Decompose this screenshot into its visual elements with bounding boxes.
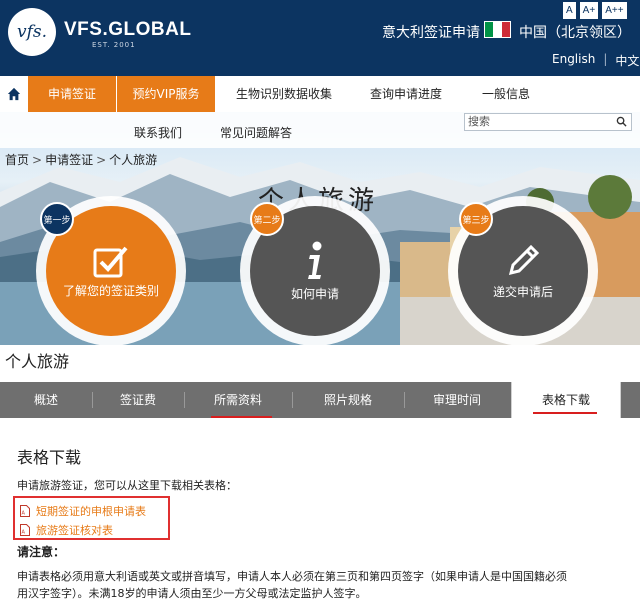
nav-track-application[interactable]: 查询申请进度 — [370, 76, 442, 112]
nav-biometrics[interactable]: 生物识别数据收集 — [236, 76, 332, 112]
note-line-2: 用汉字签字）。未满18岁的申请人须由至少一方父母或法定监护人签字。 — [17, 587, 367, 600]
lang-english-link[interactable]: English — [552, 52, 595, 69]
tab-photo-specs[interactable]: 照片规格 — [292, 382, 404, 418]
section-intro: 申请旅游签证，您可以从这里下载相关表格： — [17, 479, 237, 492]
font-size-normal-button[interactable]: A — [563, 2, 576, 19]
pdf-icon: A — [20, 524, 30, 536]
home-button[interactable] — [0, 76, 28, 112]
brand-name: VFS.GLOBAL — [64, 19, 192, 40]
note-line-1: 申请表格必须用意大利语或英文或拼音填写，申请人本人必须在第三页和第四页签字（如果… — [17, 570, 567, 583]
nav-contact-us[interactable]: 联系我们 — [134, 124, 182, 141]
breadcrumb-current: 个人旅游 — [109, 153, 158, 167]
font-size-large-button[interactable]: A+ — [579, 2, 599, 19]
main-nav: 申请签证 预约VIP服务 生物识别数据收集 查询申请进度 一般信息 — [0, 76, 640, 112]
pdf-icon: A — [20, 505, 30, 517]
font-size-controls: A A+ A++ — [563, 2, 627, 19]
highlight-underline-form-download — [533, 412, 597, 414]
breadcrumb-home[interactable]: 首页 — [5, 153, 29, 167]
search-placeholder: 搜索 — [468, 115, 490, 128]
country-selector[interactable]: 中国（北京领区） — [519, 22, 631, 42]
font-size-xlarge-button[interactable]: A++ — [602, 2, 627, 19]
download-checklist-link[interactable]: A 旅游签证核对表 — [20, 522, 113, 538]
brand-established: EST. 2001 — [92, 41, 136, 49]
tab-visa-fee[interactable]: 签证费 — [92, 382, 184, 418]
checkbox-icon — [93, 246, 128, 277]
nav-faq[interactable]: 常见问题解答 — [220, 124, 292, 141]
language-switcher: English | 中文 — [552, 52, 639, 69]
pencil-icon — [508, 244, 540, 275]
step-2-label: 如何申请 — [290, 286, 339, 301]
page-heading: 个人旅游 — [5, 352, 70, 371]
logo-text: vfs. — [16, 22, 48, 42]
italy-flag-icon — [484, 21, 511, 38]
breadcrumb: 首页 > 申请签证 > 个人旅游 — [5, 153, 158, 167]
tab-processing-time[interactable]: 审理时间 — [404, 382, 510, 418]
note-text: 申请表格必须用意大利语或英文或拼音填写，申请人本人必须在第三页和第四页签字（如果… — [17, 568, 635, 602]
nav-vip-service[interactable]: 预约VIP服务 — [117, 76, 215, 112]
nav-general-info[interactable]: 一般信息 — [482, 76, 530, 112]
site-title: 意大利签证申请 — [382, 25, 480, 41]
top-header: vfs. VFS.GLOBAL EST. 2001 A A+ A++ 意大利签证… — [0, 0, 640, 76]
step-1-badge: 第一步 — [40, 202, 74, 236]
vfs-logo[interactable]: vfs. — [8, 8, 56, 56]
step-3-badge: 第三步 — [459, 202, 493, 236]
tab-overview[interactable]: 概述 — [0, 382, 92, 418]
lang-chinese-link[interactable]: 中文 — [615, 52, 639, 69]
download-checklist-label: 旅游签证核对表 — [36, 524, 113, 537]
step-2-badge: 第二步 — [250, 202, 284, 236]
search-input[interactable]: 搜索 — [464, 113, 632, 131]
info-icon — [308, 241, 322, 279]
step-3-label: 递交申请后 — [492, 284, 553, 299]
lang-separator: | — [603, 52, 608, 66]
note-title: 请注意： — [17, 545, 66, 559]
download-schengen-form-link[interactable]: A 短期签证的申根申请表 — [20, 503, 146, 519]
svg-text:A: A — [22, 511, 26, 517]
section-title: 表格下载 — [17, 448, 82, 467]
step-1-label: 了解您的签证类别 — [62, 283, 159, 298]
tab-required-documents[interactable]: 所需资料 — [184, 382, 292, 418]
svg-text:A: A — [22, 530, 26, 536]
home-icon — [7, 87, 21, 101]
search-icon[interactable] — [616, 116, 627, 127]
breadcrumb-apply[interactable]: 申请签证 — [45, 153, 93, 167]
nav-apply-visa[interactable]: 申请签证 — [28, 76, 116, 112]
download-schengen-form-label: 短期签证的申根申请表 — [36, 505, 146, 518]
